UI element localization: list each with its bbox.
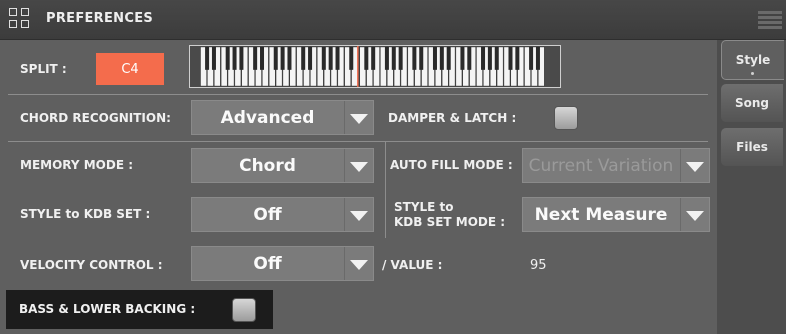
style-kdb-set-dropdown[interactable]: Off: [191, 197, 374, 232]
tab-style-label: Style: [735, 53, 771, 67]
tab-song-label: Song: [734, 96, 770, 110]
black-key: [467, 46, 472, 70]
velocity-control-label: VELOCITY CONTROL :: [20, 258, 163, 272]
split-keyboard[interactable]: [189, 45, 561, 88]
black-key: [446, 46, 451, 70]
black-key: [301, 46, 306, 70]
black-key: [508, 46, 513, 70]
divider: [385, 142, 386, 238]
black-key: [391, 46, 396, 70]
header-bar: PREFERENCES: [0, 0, 786, 40]
black-key: [535, 46, 540, 70]
auto-fill-mode-dropdown[interactable]: Current Variation: [522, 148, 710, 183]
side-tabs: Style Song Files: [717, 40, 786, 334]
chord-recognition-label: CHORD RECOGNITION:: [20, 111, 171, 125]
split-label: SPLIT :: [20, 62, 67, 76]
black-key: [273, 46, 278, 70]
black-key: [419, 46, 424, 70]
black-key: [308, 46, 313, 70]
memory-mode-value: Chord: [239, 155, 296, 176]
black-key: [515, 46, 520, 70]
black-key: [280, 46, 285, 70]
tab-style[interactable]: Style: [721, 40, 784, 80]
black-key: [412, 46, 417, 70]
page-title: PREFERENCES: [46, 11, 154, 26]
velocity-value[interactable]: 95: [530, 258, 547, 273]
style-kdb-set-mode-dropdown[interactable]: Next Measure: [522, 197, 710, 232]
chevron-down-icon[interactable]: [344, 149, 373, 182]
black-key: [211, 46, 216, 70]
bass-lower-backing-checkbox[interactable]: [232, 298, 256, 322]
auto-fill-mode-label: AUTO FILL MODE :: [390, 158, 513, 172]
black-key: [371, 46, 376, 70]
black-key: [260, 46, 265, 70]
black-key: [321, 46, 326, 70]
tab-files[interactable]: Files: [721, 128, 783, 166]
divider: [8, 94, 708, 95]
bass-lower-backing-row: BASS & LOWER BACKING :: [6, 290, 273, 329]
black-key: [349, 46, 354, 70]
black-key: [225, 46, 230, 70]
black-key: [481, 46, 486, 70]
chevron-down-icon[interactable]: [344, 101, 373, 134]
chevron-down-icon[interactable]: [680, 198, 709, 231]
black-key: [335, 46, 340, 70]
bass-lower-backing-label: BASS & LOWER BACKING :: [19, 302, 196, 316]
black-key: [529, 46, 534, 70]
black-key: [432, 46, 437, 70]
black-key: [494, 46, 499, 70]
memory-mode-label: MEMORY MODE :: [20, 158, 134, 172]
chevron-down-icon[interactable]: [344, 247, 373, 280]
damper-latch-checkbox[interactable]: [554, 106, 578, 130]
velocity-control-value: Off: [253, 253, 282, 274]
chord-recognition-value: Advanced: [220, 107, 315, 128]
chevron-down-icon[interactable]: [344, 198, 373, 231]
black-key: [232, 46, 237, 70]
style-kdb-set-value: Off: [253, 204, 282, 225]
black-key: [398, 46, 403, 70]
menu-icon[interactable]: [758, 9, 782, 31]
memory-mode-dropdown[interactable]: Chord: [191, 148, 374, 183]
black-key: [239, 46, 244, 70]
black-key: [384, 46, 389, 70]
black-key: [328, 46, 333, 70]
style-kdb-set-label: STYLE to KDB SET :: [20, 207, 151, 221]
black-key: [439, 46, 444, 70]
black-key: [364, 46, 369, 70]
grid-icon[interactable]: [9, 8, 31, 30]
damper-latch-label: DAMPER & LATCH :: [388, 111, 517, 125]
velocity-value-label: / VALUE :: [382, 258, 443, 272]
divider: [8, 141, 708, 142]
chevron-down-icon[interactable]: [680, 149, 709, 182]
tab-files-label: Files: [736, 140, 768, 154]
black-key: [205, 46, 210, 70]
auto-fill-mode-value: Current Variation: [528, 155, 674, 176]
black-key: [287, 46, 292, 70]
black-key: [253, 46, 258, 70]
active-dot: [751, 72, 754, 75]
style-kdb-set-mode-label-line2: KDB SET MODE :: [394, 215, 506, 229]
tab-song[interactable]: Song: [721, 84, 783, 122]
style-kdb-set-mode-label-line1: STYLE to: [394, 200, 454, 214]
black-key: [487, 46, 492, 70]
style-kdb-set-mode-value: Next Measure: [534, 204, 668, 225]
chord-recognition-dropdown[interactable]: Advanced: [191, 100, 374, 135]
velocity-control-dropdown[interactable]: Off: [191, 246, 374, 281]
split-value[interactable]: C4: [96, 53, 164, 85]
black-key: [460, 46, 465, 70]
